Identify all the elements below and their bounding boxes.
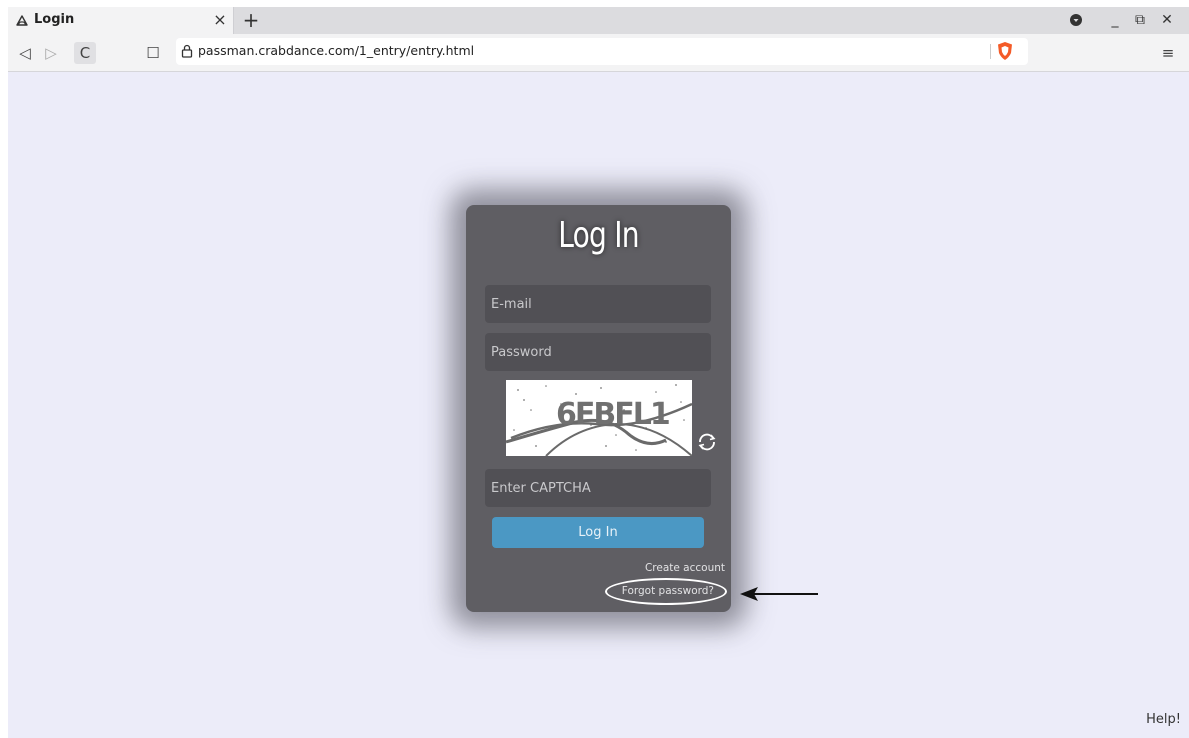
help-link[interactable]: Help! [1146, 712, 1181, 727]
highlight-ellipse [605, 578, 727, 605]
menu-button[interactable]: ≡ [1159, 42, 1177, 64]
lock-icon [181, 44, 193, 58]
captcha-field[interactable] [485, 469, 711, 507]
close-window-button[interactable]: ✕ [1157, 10, 1177, 30]
page-content: Log In 6FBFL1 Log [8, 72, 1189, 738]
tab-title: Login [34, 12, 75, 27]
cloud-icon [16, 15, 28, 26]
address-bar[interactable]: passman.crabdance.com/1_entry/entry.html [176, 38, 1028, 65]
tab-close-icon[interactable]: × [211, 10, 229, 30]
browser-toolbar: ◁ ▷ C ☐ passman.crabdance.com/1_entry/en… [8, 34, 1189, 72]
vpn-dot-icon[interactable] [1069, 13, 1083, 27]
tab-login[interactable]: Login × [8, 7, 234, 34]
refresh-captcha-icon[interactable] [696, 431, 718, 453]
new-tab-button[interactable]: + [241, 9, 261, 31]
url-divider [990, 44, 991, 59]
restore-button[interactable]: ⧉ [1130, 10, 1150, 30]
back-button[interactable]: ◁ [14, 42, 36, 64]
browser-chrome: Login × + _ ⧉ ✕ ◁ ▷ C ☐ passman.crabdanc… [8, 7, 1189, 72]
pointer-arrow-icon [740, 587, 818, 601]
password-field[interactable] [485, 333, 711, 371]
login-title: Log In [558, 215, 639, 256]
captcha-image: 6FBFL1 [506, 380, 692, 456]
reload-button[interactable]: C [74, 42, 96, 64]
bookmark-button[interactable]: ☐ [142, 42, 164, 64]
forward-button[interactable]: ▷ [40, 42, 62, 64]
brave-shield-icon[interactable] [996, 41, 1014, 61]
url-text[interactable]: passman.crabdance.com/1_entry/entry.html [198, 43, 474, 58]
svg-text:6FBFL1: 6FBFL1 [556, 397, 669, 432]
create-account-link[interactable]: Create account [645, 562, 725, 574]
login-button[interactable]: Log In [492, 517, 704, 548]
tab-strip: Login × + _ ⧉ ✕ [8, 7, 1189, 34]
minimize-button[interactable]: _ [1105, 10, 1125, 30]
email-field[interactable] [485, 285, 711, 323]
login-card: Log In 6FBFL1 Log [466, 205, 731, 612]
